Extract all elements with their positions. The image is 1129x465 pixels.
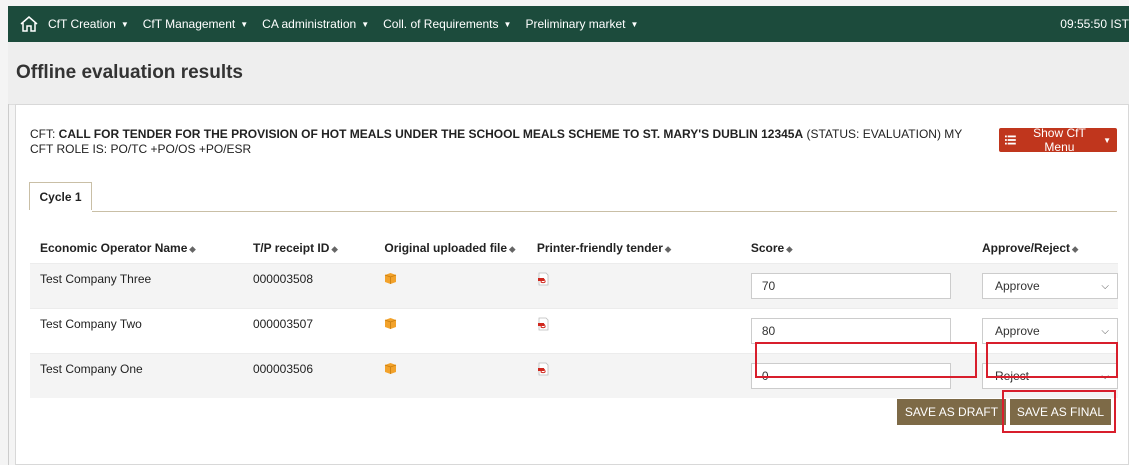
decision-cell: Approve ⌵ bbox=[972, 263, 1118, 309]
sort-icon: ⬥ bbox=[331, 244, 338, 254]
sort-icon: ⬥ bbox=[664, 244, 672, 254]
sort-icon: ⬥ bbox=[509, 244, 516, 254]
tab-cycle-1[interactable]: Cycle 1 bbox=[29, 182, 92, 211]
table-row: Test Company Two 000003507 Approve ⌵ bbox=[30, 308, 1118, 354]
tabs-divider bbox=[29, 211, 1117, 212]
header-label: Original uploaded file bbox=[384, 241, 508, 255]
printer-friendly-cell bbox=[526, 353, 741, 398]
cft-prefix: CFT: bbox=[30, 127, 59, 141]
table-row: Test Company One 000003506 Reject ⌵ bbox=[30, 353, 1118, 398]
cft-name: CALL FOR TENDER FOR THE PROVISION OF HOT… bbox=[58, 127, 804, 141]
decision-cell: Approve ⌵ bbox=[972, 308, 1118, 354]
select-value: Approve bbox=[995, 324, 1040, 338]
caret-down-icon: ▼ bbox=[361, 19, 370, 29]
table-header-row: Economic Operator Name ⬥ T/P receipt ID ⬥ … bbox=[30, 233, 1118, 264]
show-cft-menu-button[interactable]: Show CfT Menu ▼ bbox=[999, 126, 1117, 154]
header-label: Score bbox=[750, 241, 785, 255]
package-icon[interactable] bbox=[384, 272, 397, 285]
pdf-icon[interactable] bbox=[537, 362, 550, 376]
tab-active-mask bbox=[29, 210, 92, 212]
page-title: Offline evaluation results bbox=[16, 62, 243, 83]
save-as-final-button[interactable]: SAVE AS FINAL bbox=[1010, 399, 1111, 425]
score-cell bbox=[740, 308, 972, 354]
save-as-draft-button[interactable]: SAVE AS DRAFT bbox=[897, 399, 1006, 425]
receipt-id: 000003508 bbox=[242, 263, 375, 309]
caret-down-icon: ▼ bbox=[240, 19, 249, 29]
clock: 09:55:50 IST bbox=[1060, 17, 1129, 31]
tab-label: Cycle 1 bbox=[39, 189, 82, 204]
cft-description: CFT: CALL FOR TENDER FOR THE PROVISION O… bbox=[30, 127, 980, 157]
operator-name: Test Company Three bbox=[30, 263, 243, 309]
select-value: Reject bbox=[995, 369, 1030, 383]
nav-cft-creation[interactable]: CfT Creation ▼ bbox=[48, 17, 129, 31]
decision-select[interactable]: Reject ⌵ bbox=[982, 363, 1118, 389]
top-navigation-bar: CfT Creation ▼ CfT Management ▼ CA adminis… bbox=[8, 6, 1129, 42]
evaluation-panel: CFT: CALL FOR TENDER FOR THE PROVISION O… bbox=[15, 104, 1129, 465]
pdf-icon[interactable] bbox=[537, 317, 550, 331]
col-printer-friendly[interactable]: Printer-friendly tender ⬥ bbox=[527, 233, 741, 264]
score-cell bbox=[740, 353, 972, 398]
results-table: Economic Operator Name ⬥ T/P receipt ID ⬥ … bbox=[30, 233, 1118, 398]
col-operator-name[interactable]: Economic Operator Name ⬥ bbox=[30, 233, 243, 264]
left-border bbox=[8, 104, 9, 465]
operator-name: Test Company Two bbox=[30, 308, 243, 354]
col-original-file[interactable]: Original uploaded file ⬥ bbox=[374, 233, 527, 264]
score-input[interactable] bbox=[750, 318, 951, 344]
nav-label: CA administration bbox=[262, 17, 357, 31]
chevron-down-icon: ⌵ bbox=[1101, 370, 1109, 382]
decision-select[interactable]: Approve ⌵ bbox=[982, 273, 1118, 299]
home-icon[interactable] bbox=[18, 14, 40, 34]
nav-cft-management[interactable]: CfT Management ▼ bbox=[143, 17, 248, 31]
header-label: T/P receipt ID bbox=[252, 241, 330, 255]
nav-coll-of-requirements[interactable]: Coll. of Requirements ▼ bbox=[383, 17, 511, 31]
nav-label: Preliminary market bbox=[525, 17, 626, 31]
show-cft-menu-label: Show CfT Menu bbox=[1033, 126, 1086, 154]
col-score[interactable]: Score ⬥ bbox=[741, 233, 972, 264]
nav-label: CfT Creation bbox=[48, 17, 116, 31]
col-receipt-id[interactable]: T/P receipt ID ⬥ bbox=[243, 233, 374, 264]
original-file-cell bbox=[374, 353, 527, 398]
header-label: Economic Operator Name bbox=[40, 241, 188, 255]
sort-icon: ⬥ bbox=[786, 244, 793, 254]
package-icon[interactable] bbox=[384, 317, 397, 330]
decision-select[interactable]: Approve ⌵ bbox=[982, 318, 1118, 344]
nav-label: Coll. of Requirements bbox=[383, 17, 499, 31]
original-file-cell bbox=[374, 263, 527, 309]
score-input[interactable] bbox=[750, 273, 951, 299]
list-icon bbox=[1005, 135, 1016, 145]
receipt-id: 000003507 bbox=[242, 308, 375, 354]
sort-icon: ⬥ bbox=[1072, 244, 1079, 254]
caret-down-icon: ▼ bbox=[1103, 135, 1111, 145]
nav-ca-administration[interactable]: CA administration ▼ bbox=[262, 17, 369, 31]
package-icon[interactable] bbox=[384, 362, 397, 375]
caret-down-icon: ▼ bbox=[503, 19, 512, 29]
select-value: Approve bbox=[995, 279, 1040, 293]
sort-icon: ⬥ bbox=[189, 244, 196, 254]
original-file-cell bbox=[374, 308, 527, 354]
caret-down-icon: ▼ bbox=[120, 19, 129, 29]
nav-preliminary-market[interactable]: Preliminary market ▼ bbox=[525, 17, 638, 31]
header-label: Approve/Reject bbox=[982, 241, 1071, 255]
printer-friendly-cell bbox=[526, 263, 741, 309]
score-input[interactable] bbox=[750, 363, 951, 389]
caret-down-icon: ▼ bbox=[630, 19, 639, 29]
decision-cell: Reject ⌵ bbox=[972, 353, 1118, 398]
chevron-down-icon: ⌵ bbox=[1101, 280, 1109, 292]
nav-label: CfT Management bbox=[142, 17, 236, 31]
operator-name: Test Company One bbox=[30, 353, 243, 398]
header-label: Printer-friendly tender bbox=[536, 241, 663, 255]
pdf-icon[interactable] bbox=[537, 272, 550, 286]
receipt-id: 000003506 bbox=[242, 353, 375, 398]
table-row: Test Company Three 000003508 Approve ⌵ bbox=[30, 263, 1118, 309]
score-cell bbox=[740, 263, 972, 309]
chevron-down-icon: ⌵ bbox=[1101, 325, 1109, 337]
col-approve-reject[interactable]: Approve/Reject ⬥ bbox=[972, 233, 1118, 264]
page-header: Offline evaluation results bbox=[8, 42, 1129, 105]
printer-friendly-cell bbox=[526, 308, 741, 354]
